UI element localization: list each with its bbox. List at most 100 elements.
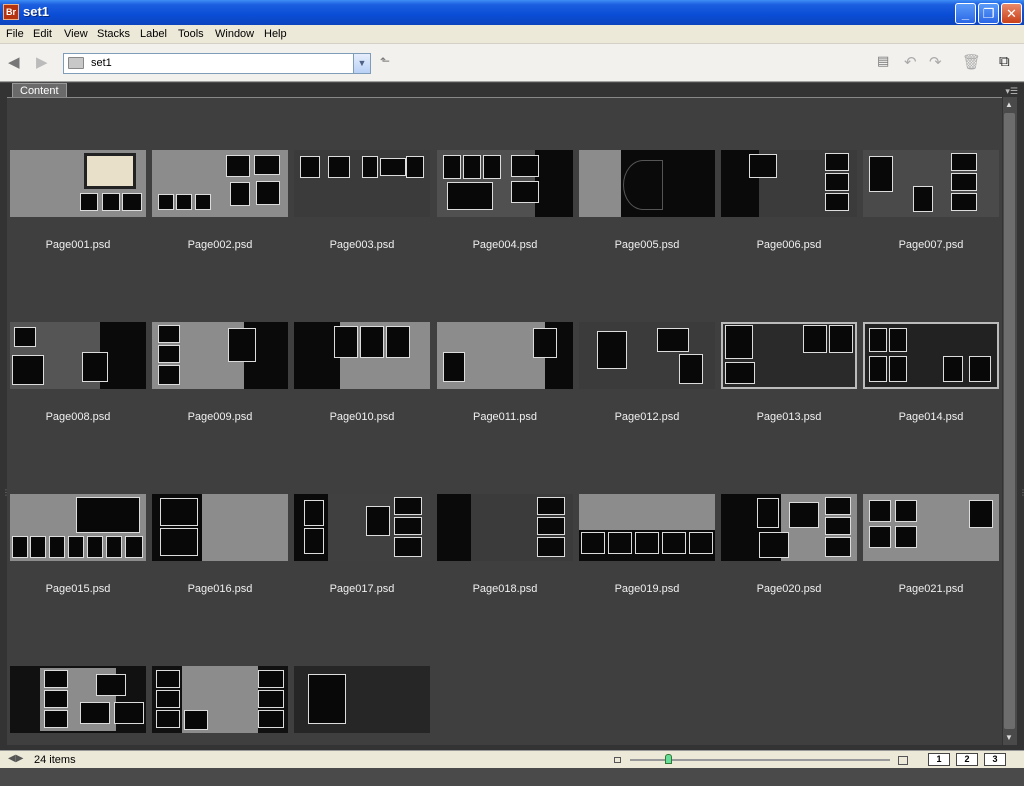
thumbnail-image[interactable] <box>10 494 146 561</box>
scroll-down-icon[interactable]: ▼ <box>1005 733 1013 742</box>
thumbnail-cell[interactable] <box>10 666 146 786</box>
trash-icon[interactable]: 🗑 <box>962 53 981 71</box>
thumbnail-image[interactable] <box>863 150 999 217</box>
content-panel: Content ▾☰ Page001.psd Page002.psd Page003… <box>0 83 1024 750</box>
thumbnail-cell[interactable]: Page012.psd <box>579 322 715 442</box>
thumbnail-cell[interactable]: Page006.psd <box>721 150 857 270</box>
chevron-down-icon[interactable]: ▼ <box>353 54 370 73</box>
minimize-button[interactable]: _ <box>955 3 976 24</box>
vertical-scrollbar[interactable]: ▲ ▼ <box>1003 97 1017 745</box>
thumbnail-image[interactable] <box>579 322 715 389</box>
menu-edit[interactable]: Edit <box>33 28 52 40</box>
menu-file[interactable]: File <box>6 28 24 40</box>
rotate-left-icon[interactable]: ↶ <box>904 53 917 71</box>
file-name: Page011.psd <box>472 411 538 423</box>
thumbnail-cell[interactable] <box>294 666 430 786</box>
path-text: set1 <box>91 57 112 69</box>
thumbnail-cell[interactable]: Page015.psd <box>10 494 146 614</box>
thumbnail-image[interactable] <box>294 494 430 561</box>
thumbnail-image[interactable] <box>152 666 288 733</box>
thumbnail-cell[interactable]: Page002.psd <box>152 150 288 270</box>
right-resize-grip[interactable]: ⋮ <box>1019 488 1024 500</box>
menu-help[interactable]: Help <box>264 28 287 40</box>
parent-folder-icon[interactable]: ⬑ <box>380 54 390 68</box>
thumbnail-cell[interactable]: Page021.psd <box>863 494 999 614</box>
menu-view[interactable]: View <box>64 28 88 40</box>
view-preset-2-button[interactable]: 2 <box>956 753 978 766</box>
thumbnail-image[interactable] <box>863 494 999 561</box>
scroll-thumb[interactable] <box>1004 113 1015 729</box>
menu-tools[interactable]: Tools <box>178 28 204 40</box>
thumbnail-image[interactable] <box>152 150 288 217</box>
close-button[interactable]: ✕ <box>1001 3 1022 24</box>
thumbnail-cell[interactable]: Page003.psd <box>294 150 430 270</box>
thumbnail-cell[interactable]: Page013.psd <box>721 322 857 442</box>
toggle-panels-icon[interactable]: ◀▶ <box>8 753 23 764</box>
thumbnail-cell[interactable]: Page017.psd <box>294 494 430 614</box>
thumbnail-cell[interactable]: Page016.psd <box>152 494 288 614</box>
menu-window[interactable]: Window <box>215 28 254 40</box>
thumbnail-cell[interactable] <box>152 666 288 786</box>
large-thumbnail-icon[interactable] <box>898 756 908 765</box>
thumbnail-image[interactable] <box>437 322 573 389</box>
view-preset-1-button[interactable]: 1 <box>928 753 950 766</box>
restore-button[interactable]: ❐ <box>978 3 999 24</box>
back-arrow-icon[interactable]: ◀ <box>8 53 20 71</box>
new-folder-icon[interactable]: ▤ <box>877 53 889 69</box>
thumbnail-image[interactable] <box>437 494 573 561</box>
panel-menu-icon[interactable]: ▾☰ <box>1005 86 1018 97</box>
menu-stacks[interactable]: Stacks <box>97 28 130 40</box>
file-name: Page020.psd <box>756 583 822 595</box>
status-bar: ◀▶ 24 items 1 2 3 <box>0 750 1024 768</box>
tab-content[interactable]: Content <box>12 83 67 98</box>
thumbnail-image[interactable] <box>579 494 715 561</box>
forward-arrow-icon[interactable]: ▶ <box>36 53 48 71</box>
file-name: Page013.psd <box>756 411 822 423</box>
thumbnail-image[interactable] <box>437 150 573 217</box>
thumbnail-cell[interactable]: Page011.psd <box>437 322 573 442</box>
thumbnail-image[interactable] <box>863 322 999 389</box>
thumbnail-image[interactable] <box>10 322 146 389</box>
thumbnail-cell[interactable]: Page001.psd <box>10 150 146 270</box>
file-name: Page003.psd <box>329 239 395 251</box>
thumbnail-cell[interactable]: Page009.psd <box>152 322 288 442</box>
file-name: Page016.psd <box>187 583 253 595</box>
thumbnail-cell[interactable]: Page010.psd <box>294 322 430 442</box>
thumbnail-image[interactable] <box>294 666 430 733</box>
left-resize-grip[interactable]: ⋮ <box>2 488 10 500</box>
thumbnail-image[interactable] <box>579 150 715 217</box>
file-name: Page018.psd <box>472 583 538 595</box>
thumbnail-image[interactable] <box>294 322 430 389</box>
folder-icon <box>68 57 84 69</box>
thumbnail-cell[interactable]: Page008.psd <box>10 322 146 442</box>
slider-knob[interactable] <box>665 754 672 764</box>
title-bar: Br set1 _ ❐ ✕ <box>0 0 1024 25</box>
thumbnail-cell[interactable]: Page020.psd <box>721 494 857 614</box>
thumbnail-cell[interactable]: Page019.psd <box>579 494 715 614</box>
window-title: set1 <box>23 4 50 19</box>
file-name: Page019.psd <box>614 583 680 595</box>
thumbnail-grid: Page001.psd Page002.psd Page003.psd Page004… <box>7 97 1002 745</box>
thumbnail-image[interactable] <box>10 150 146 217</box>
thumbnail-image[interactable] <box>721 322 857 389</box>
small-thumbnail-icon[interactable] <box>614 757 621 763</box>
scroll-up-icon[interactable]: ▲ <box>1005 100 1013 109</box>
thumbnail-cell[interactable]: Page004.psd <box>437 150 573 270</box>
thumbnail-cell[interactable]: Page018.psd <box>437 494 573 614</box>
thumbnail-image[interactable] <box>152 494 288 561</box>
rotate-right-icon[interactable]: ↷ <box>929 53 942 71</box>
file-name: Page008.psd <box>45 411 111 423</box>
thumbnail-cell[interactable]: Page014.psd <box>863 322 999 442</box>
menu-label[interactable]: Label <box>140 28 167 40</box>
compact-mode-icon[interactable]: ⧉ <box>999 53 1010 70</box>
thumbnail-image[interactable] <box>721 150 857 217</box>
thumbnail-image[interactable] <box>152 322 288 389</box>
thumbnail-cell[interactable]: Page007.psd <box>863 150 999 270</box>
thumbnail-image[interactable] <box>10 666 146 733</box>
path-dropdown[interactable]: set1 ▼ <box>63 53 371 74</box>
thumbnail-image[interactable] <box>294 150 430 217</box>
view-preset-3-button[interactable]: 3 <box>984 753 1006 766</box>
file-name: Page010.psd <box>329 411 395 423</box>
thumbnail-cell[interactable]: Page005.psd <box>579 150 715 270</box>
thumbnail-image[interactable] <box>721 494 857 561</box>
